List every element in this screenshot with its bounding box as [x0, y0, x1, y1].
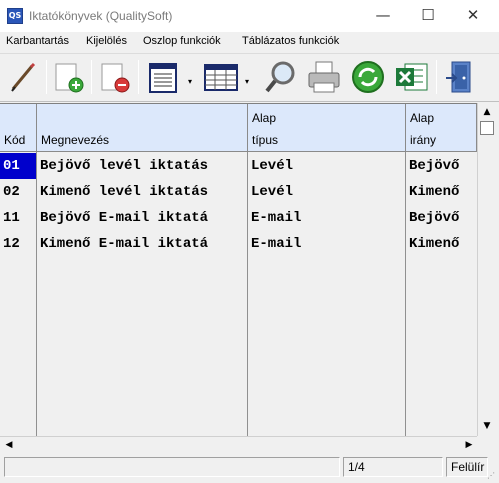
status-bar: 1/4 Felülír ⋰ — [0, 452, 499, 483]
data-grid[interactable]: Kód Megnevezés Alap típus Alap irány 01 … — [0, 103, 477, 437]
scroll-left-icon[interactable]: ◀ — [2, 438, 16, 452]
edit-mode-indicator: Felülír — [446, 457, 488, 477]
cell-tipus[interactable]: E-mail — [248, 205, 405, 231]
column-header-label: Kód — [4, 133, 26, 147]
table-view-button[interactable] — [202, 58, 240, 96]
column-header-label: típus — [252, 133, 279, 147]
cell-megnevezes[interactable]: Bejövő levél iktatás — [37, 153, 247, 179]
title-bar: QS Iktatókönyvek (QualitySoft) — ☐ ✕ — [0, 0, 499, 32]
exit-button[interactable] — [442, 58, 480, 96]
refresh-button[interactable] — [349, 58, 387, 96]
table-view-dropdown-icon[interactable]: ▾ — [245, 78, 253, 86]
new-button[interactable] — [50, 58, 88, 96]
excel-icon — [396, 63, 428, 91]
toolbar-separator — [138, 60, 139, 94]
table-row[interactable]: 01 Bejövő levél iktatás Levél Bejövő — [0, 153, 477, 179]
column-header-alap-irany[interactable]: Alap irány — [406, 104, 477, 152]
vertical-scrollbar[interactable]: ▲ ▼ — [477, 103, 495, 436]
cell-kod[interactable]: 12 — [0, 231, 36, 257]
cell-tipus[interactable]: Levél — [248, 153, 405, 179]
cell-kod[interactable]: 11 — [0, 205, 36, 231]
table-view-icon — [204, 64, 238, 91]
cell-megnevezes[interactable]: Bejövő E-mail iktatá — [37, 205, 247, 231]
cell-kod[interactable]: 01 — [0, 153, 36, 179]
record-counter: 1/4 — [343, 457, 443, 477]
column-header-label: Alap — [252, 111, 277, 125]
scroll-right-icon[interactable]: ▶ — [462, 438, 476, 452]
print-icon — [308, 61, 340, 93]
cell-irany[interactable]: Kimenő — [406, 179, 476, 205]
vertical-scroll-thumb[interactable] — [480, 121, 494, 135]
toolbar: ▾ ▾ — [0, 53, 499, 102]
search-button[interactable] — [262, 58, 300, 96]
scroll-down-icon[interactable]: ▼ — [480, 419, 494, 433]
menu-kijeloles[interactable]: Kijelölés — [86, 35, 127, 47]
toolbar-separator — [91, 60, 92, 94]
horizontal-scroll-thumb[interactable] — [16, 438, 461, 451]
exit-icon — [446, 61, 471, 93]
toolbar-separator — [436, 60, 437, 94]
search-icon — [265, 61, 295, 93]
print-button[interactable] — [305, 58, 343, 96]
toolbar-separator — [46, 60, 47, 94]
menu-tablazatos-funkciok[interactable]: Táblázatos funkciók — [242, 35, 339, 47]
cell-tipus[interactable]: E-mail — [248, 231, 405, 257]
cell-megnevezes[interactable]: Kimenő levél iktatás — [37, 179, 247, 205]
delete-document-icon — [101, 63, 130, 93]
cell-irany[interactable]: Bejövő — [406, 153, 476, 179]
cell-irany[interactable]: Bejövő — [406, 205, 476, 231]
table-row[interactable]: 12 Kimenő E-mail iktatá E-mail Kimenő — [0, 231, 477, 257]
list-view-dropdown-icon[interactable]: ▾ — [188, 78, 196, 86]
list-view-icon — [149, 63, 177, 93]
close-button[interactable]: ✕ — [450, 0, 496, 30]
table-row[interactable]: 11 Bejövő E-mail iktatá E-mail Bejövő — [0, 205, 477, 231]
minimize-button[interactable]: — — [360, 0, 406, 30]
column-header-alap-tipus[interactable]: Alap típus — [248, 104, 406, 152]
edit-icon — [11, 62, 36, 92]
excel-export-button[interactable] — [393, 58, 431, 96]
horizontal-scrollbar[interactable]: ◀ ▶ — [0, 436, 477, 452]
table-row[interactable]: 02 Kimenő levél iktatás Levél Kimenő — [0, 179, 477, 205]
app-icon: QS — [7, 8, 23, 24]
column-header-label: Megnevezés — [41, 133, 110, 147]
cell-tipus[interactable]: Levél — [248, 179, 405, 205]
menu-karbantartas[interactable]: Karbantartás — [6, 35, 69, 47]
menu-oszlop-funkciok[interactable]: Oszlop funkciók — [143, 35, 221, 47]
status-panel-empty — [4, 457, 340, 477]
column-header-label: Alap — [410, 111, 435, 125]
cell-kod[interactable]: 02 — [0, 179, 36, 205]
list-view-button[interactable] — [144, 58, 182, 96]
menu-bar: Karbantartás Kijelölés Oszlop funkciók T… — [0, 32, 499, 52]
cell-megnevezes[interactable]: Kimenő E-mail iktatá — [37, 231, 247, 257]
window-title: Iktatókönyvek (QualitySoft) — [29, 9, 173, 23]
maximize-button[interactable]: ☐ — [405, 0, 451, 30]
resize-grip-icon[interactable]: ⋰ — [487, 471, 497, 481]
column-header-label: irány — [410, 133, 437, 147]
column-header-megnevezes[interactable]: Megnevezés — [37, 104, 248, 152]
cell-irany[interactable]: Kimenő — [406, 231, 476, 257]
delete-button[interactable] — [96, 58, 134, 96]
scroll-up-icon[interactable]: ▲ — [480, 105, 494, 119]
edit-button[interactable] — [4, 58, 42, 96]
new-document-icon — [55, 63, 84, 93]
refresh-icon — [352, 61, 384, 93]
column-header-kod[interactable]: Kód — [0, 104, 37, 152]
